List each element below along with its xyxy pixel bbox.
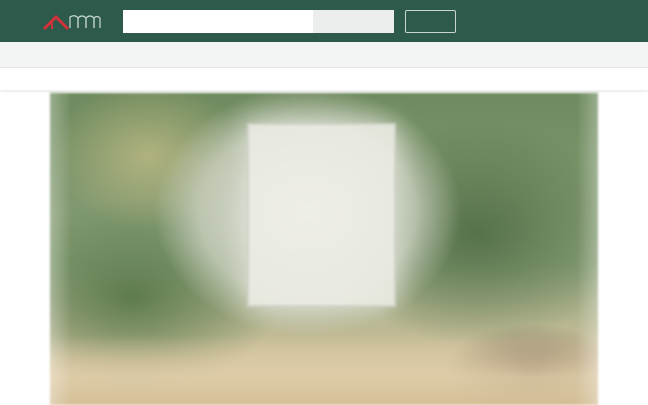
category-nav — [0, 68, 648, 90]
top-header — [0, 0, 648, 42]
page — [0, 0, 648, 405]
search-button[interactable] — [313, 10, 394, 33]
subnav-bar — [0, 42, 648, 68]
hero-image[interactable] — [50, 93, 598, 405]
house-roofline-logo[interactable] — [42, 11, 102, 31]
search-box — [123, 10, 394, 33]
header-button[interactable] — [405, 10, 456, 33]
search-input[interactable] — [123, 10, 313, 33]
